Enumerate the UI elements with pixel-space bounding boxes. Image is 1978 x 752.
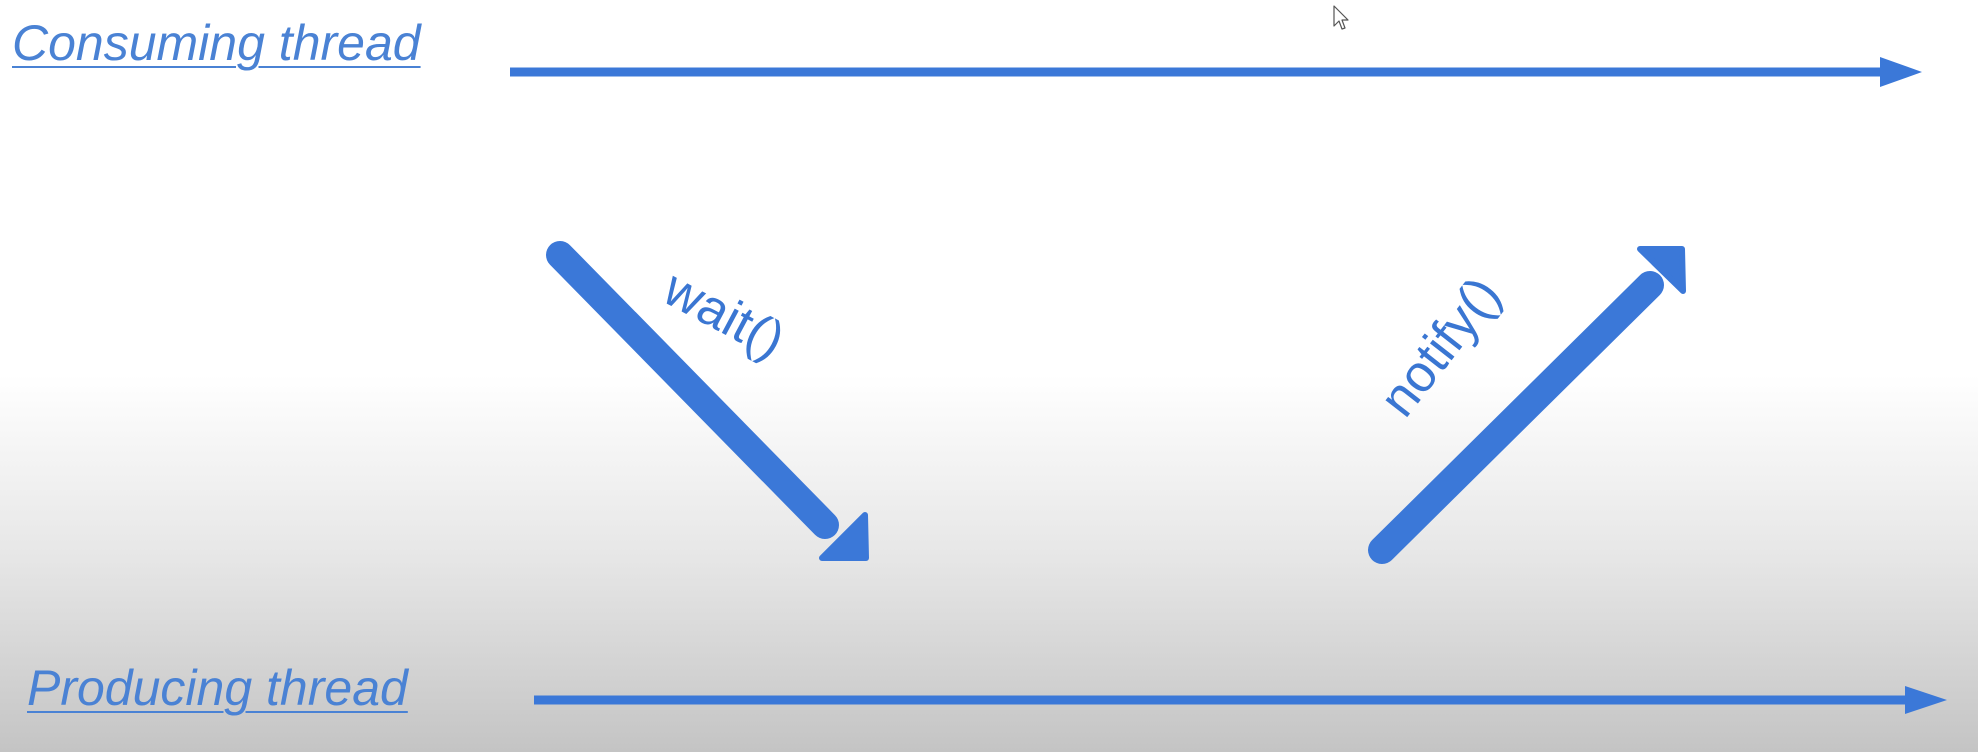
consuming-thread-arrowhead	[1880, 57, 1922, 87]
mouse-pointer-icon	[1333, 5, 1349, 30]
producing-thread-timeline	[534, 686, 1947, 714]
notify-call-label: notify()	[1369, 266, 1513, 427]
producing-thread-arrowhead	[1905, 686, 1947, 714]
thread-interaction-diagram: wait() notify()	[510, 57, 1947, 714]
consuming-thread-timeline	[510, 57, 1922, 87]
